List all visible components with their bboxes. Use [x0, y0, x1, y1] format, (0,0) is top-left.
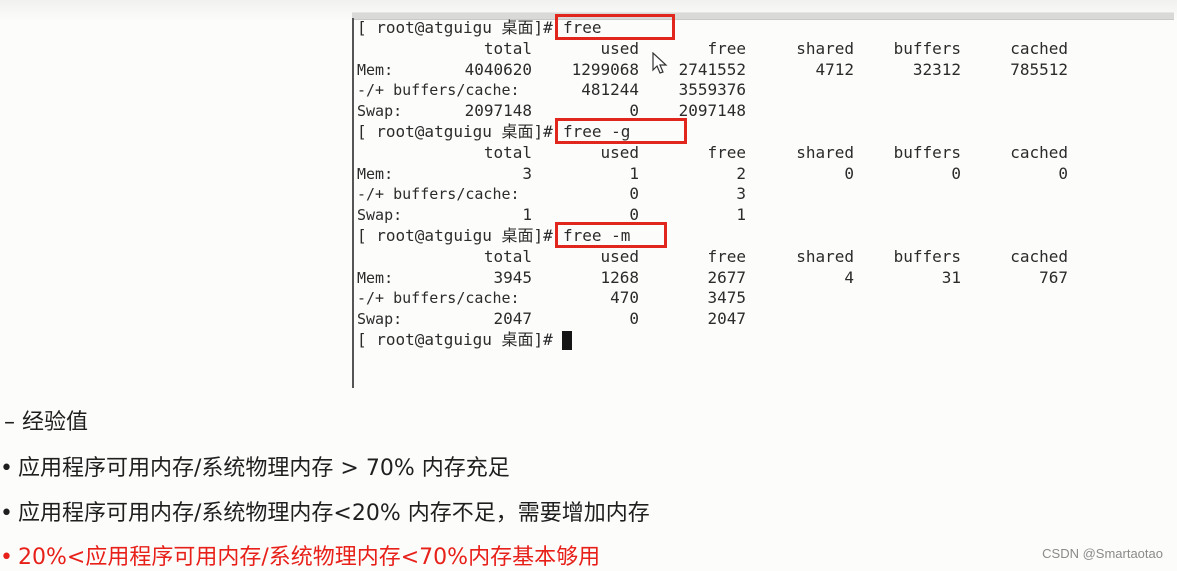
column-header-cached: cached [1010, 142, 1068, 162]
column-header-total: total [483, 142, 532, 162]
mouse-pointer-icon [652, 52, 668, 74]
row-label-swap: Swap: [357, 102, 403, 121]
column-header-shared: shared [796, 142, 854, 162]
note-item-2: • 应用程序可用内存/系统物理内存<20% 内存不足，需要增加内存 [0, 495, 650, 527]
cell-mem-cached: 0 [1058, 163, 1068, 183]
cell-mem-buffers: 31 [941, 267, 961, 287]
notes-heading: – 经验值 [4, 410, 88, 435]
cell-mem-total: 3945 [493, 267, 532, 287]
bullet-icon: • [0, 501, 13, 526]
cell-mem-buffers: 0 [951, 163, 961, 183]
cell-mem-shared: 4712 [815, 59, 854, 79]
cell-swap-free: 1 [736, 205, 746, 225]
cell-buffers-used: 0 [629, 184, 639, 204]
row-label-mem: Mem: [357, 60, 394, 79]
row-label-mem: Mem: [357, 268, 394, 287]
cell-swap-used: 0 [629, 309, 639, 329]
cell-mem-used: 1 [629, 163, 639, 183]
column-header-free: free [707, 142, 746, 162]
shell-prompt: [ root@atguigu 桌面]# [357, 122, 553, 141]
cell-mem-total: 3 [522, 163, 532, 183]
column-header-total: total [483, 38, 532, 58]
column-header-used: used [600, 38, 639, 58]
note-text: 20%<应用程序可用内存/系统物理内存<70%内存基本够用 [18, 545, 601, 570]
row-label-swap: Swap: [357, 206, 403, 225]
cell-buffers-free: 3475 [707, 288, 746, 308]
column-header-total: total [483, 246, 532, 266]
cell-mem-free: 2741552 [678, 59, 746, 79]
terminal-window[interactable]: [ root@atguigu 桌面]# free total used free shar… [352, 14, 1176, 388]
note-text: 应用程序可用内存/系统物理内存<20% 内存不足，需要增加内存 [18, 501, 650, 526]
column-header-buffers: buffers [893, 246, 961, 266]
column-header-shared: shared [796, 38, 854, 58]
cell-buffers-used: 481244 [581, 80, 639, 100]
bullet-icon: • [0, 545, 13, 570]
column-header-used: used [600, 142, 639, 162]
cell-mem-buffers: 32312 [912, 59, 961, 79]
column-header-cached: cached [1010, 246, 1068, 266]
row-label-swap: Swap: [357, 310, 403, 329]
row-label-mem: Mem: [357, 164, 394, 183]
cell-swap-total: 2097148 [464, 101, 532, 121]
command-highlight-box [555, 118, 687, 144]
bullet-icon: • [0, 456, 13, 481]
cell-swap-total: 1 [522, 205, 532, 225]
cell-mem-used: 1268 [600, 267, 639, 287]
column-header-free: free [707, 38, 746, 58]
cell-swap-free: 2097148 [678, 101, 746, 121]
cell-buffers-used: 470 [610, 288, 639, 308]
cell-swap-total: 2047 [493, 309, 532, 329]
cell-mem-cached: 767 [1039, 267, 1068, 287]
column-header-buffers: buffers [893, 142, 961, 162]
cell-swap-free: 2047 [707, 309, 746, 329]
row-label-buffers: -/+ buffers/cache: [357, 81, 520, 100]
command-highlight-box [555, 14, 675, 40]
cell-mem-free: 2677 [707, 267, 746, 287]
note-text: 应用程序可用内存/系统物理内存 > 70% 内存充足 [18, 456, 510, 481]
cell-buffers-free: 3 [736, 184, 746, 204]
column-header-shared: shared [796, 246, 854, 266]
cell-mem-free: 2 [736, 163, 746, 183]
cell-mem-shared: 0 [844, 163, 854, 183]
shell-prompt: [ root@atguigu 桌面]# [357, 330, 553, 349]
shell-prompt: [ root@atguigu 桌面]# [357, 18, 553, 37]
column-header-buffers: buffers [893, 38, 961, 58]
shell-prompt: [ root@atguigu 桌面]# [357, 226, 553, 245]
cell-mem-total: 4040620 [464, 59, 532, 79]
cell-buffers-free: 3559376 [678, 80, 746, 100]
cell-mem-cached: 785512 [1010, 59, 1068, 79]
row-label-buffers: -/+ buffers/cache: [357, 289, 520, 308]
command-highlight-box [555, 222, 667, 248]
text-cursor [562, 331, 572, 350]
column-header-used: used [600, 246, 639, 266]
column-header-cached: cached [1010, 38, 1068, 58]
column-header-free: free [707, 246, 746, 266]
note-item-3: • 20%<应用程序可用内存/系统物理内存<70%内存基本够用 [0, 539, 600, 571]
cell-mem-used: 1299068 [571, 59, 639, 79]
cell-mem-shared: 4 [844, 267, 854, 287]
note-item-1: • 应用程序可用内存/系统物理内存 > 70% 内存充足 [0, 450, 510, 482]
watermark: CSDN @Smartaotao [1042, 546, 1163, 561]
row-label-buffers: -/+ buffers/cache: [357, 185, 520, 204]
